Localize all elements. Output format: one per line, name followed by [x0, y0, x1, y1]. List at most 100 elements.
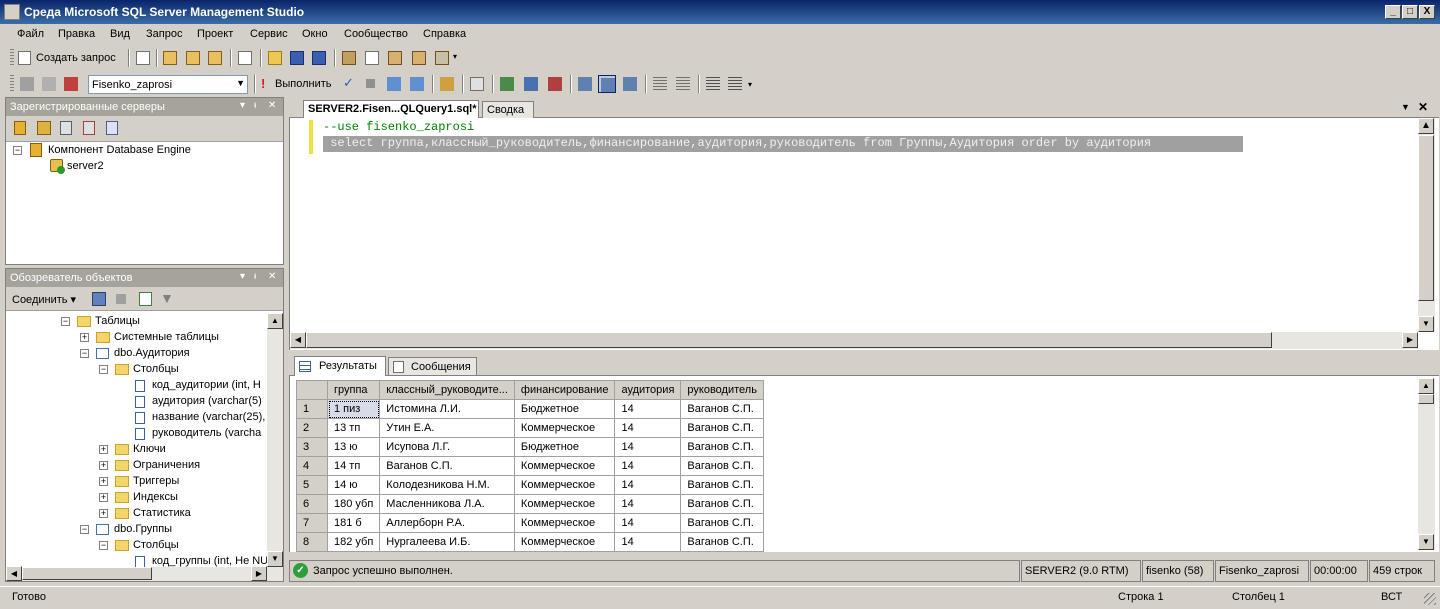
dmx-query-button[interactable]	[206, 49, 224, 67]
menu-view[interactable]: Вид	[110, 28, 130, 40]
split-icon[interactable]: ▲	[1418, 118, 1434, 134]
tab-sql-query[interactable]: SERVER2.Fisen...QLQuery1.sql*	[303, 100, 479, 118]
collapse-toggle[interactable]: −	[13, 146, 22, 155]
table-row[interactable]: 11 пиз Истомина Л.И. Бюджетное 14 Ваганов С.…	[296, 399, 764, 419]
column-header[interactable]: классный_руководите...	[379, 380, 515, 400]
row-number[interactable]: 2	[296, 418, 328, 438]
tree-node-column[interactable]: код_аудитории (int, Н	[152, 379, 261, 391]
expand-toggle[interactable]: +	[99, 445, 108, 454]
tree-node-db-engine[interactable]: Компонент Database Engine	[48, 144, 191, 156]
tree-node-table-auditoriya[interactable]: dbo.Аудитория	[114, 347, 190, 359]
table-cell[interactable]: Коммерческое	[513, 475, 616, 495]
parse-button[interactable]: ✓	[340, 75, 358, 93]
scroll-thumb[interactable]	[1418, 394, 1434, 404]
table-cell[interactable]: Ваганов С.П.	[379, 456, 515, 476]
dropdown-icon[interactable]: ▾	[240, 271, 245, 282]
row-number[interactable]: 4	[296, 456, 328, 476]
estimated-plan-button[interactable]	[385, 75, 403, 93]
menu-tools[interactable]: Сервис	[250, 28, 288, 40]
table-cell[interactable]: Коммерческое	[513, 418, 616, 438]
maximize-button[interactable]: □	[1402, 5, 1418, 19]
tab-messages[interactable]: Сообщения	[388, 357, 477, 375]
editor-vertical-scrollbar[interactable]: ▲ ▼	[1418, 118, 1435, 332]
scroll-right-button[interactable]: ▶	[1402, 332, 1418, 348]
row-number[interactable]: 7	[296, 513, 328, 533]
tab-summary[interactable]: Сводка	[482, 101, 534, 119]
row-number[interactable]: 3	[296, 437, 328, 457]
table-cell[interactable]: 182 убп	[326, 532, 381, 552]
toolbar-grip[interactable]	[10, 49, 14, 67]
table-cell[interactable]: Коммерческое	[513, 494, 616, 514]
table-cell[interactable]: Нургалеева И.Б.	[379, 532, 515, 552]
disconnect-icon[interactable]	[92, 292, 106, 306]
table-cell[interactable]: 14	[614, 532, 682, 552]
results-grid-active-button[interactable]	[598, 75, 616, 93]
results-vertical-scrollbar[interactable]: ▲ ▼	[1418, 378, 1435, 550]
table-cell[interactable]: 14	[614, 494, 682, 514]
table-row[interactable]: 2 13 тп Утин Е.А. Коммерческое 14 Ваганов С.П…	[296, 418, 764, 438]
dropdown-icon[interactable]: ▾	[240, 100, 245, 111]
database-select[interactable]: Fisenko_zaprosi ▼	[88, 75, 248, 94]
scroll-down-button[interactable]: ▼	[1418, 534, 1434, 550]
scroll-thumb[interactable]	[1418, 135, 1434, 301]
scroll-left-button[interactable]: ◀	[6, 566, 22, 581]
collapse-toggle[interactable]: −	[99, 541, 108, 550]
table-row[interactable]: 7 181 б Аллерборн Р.А. Коммерческое 14 Вагано…	[296, 513, 764, 533]
close-icon[interactable]: ✕	[268, 100, 276, 111]
collapse-toggle[interactable]: −	[80, 525, 89, 534]
refresh-icon[interactable]	[139, 292, 152, 306]
close-document-icon[interactable]: ✕	[1418, 100, 1428, 114]
comment-button[interactable]	[651, 75, 669, 93]
mdx-query-button[interactable]	[184, 49, 202, 67]
table-row[interactable]: 8 182 убп Нургалеева И.Б. Коммерческое 14 Ваг…	[296, 532, 764, 552]
table-cell[interactable]: Бюджетное	[513, 437, 616, 457]
template-explorer-button[interactable]	[386, 49, 404, 67]
tab-list-dropdown-icon[interactable]: ▼	[1401, 102, 1410, 112]
table-row[interactable]: 5 14 ю Колодезникова Н.М. Коммерческое 14 Ваг…	[296, 475, 764, 495]
registered-servers-button[interactable]	[340, 49, 358, 67]
tree-node-column[interactable]: руководитель (varcha	[152, 427, 261, 439]
close-icon[interactable]: ✕	[268, 271, 276, 282]
tree-node-statistics[interactable]: Статистика	[133, 507, 191, 519]
column-header[interactable]: аудитория	[614, 380, 682, 400]
table-cell[interactable]: Истомина Л.И.	[379, 399, 515, 419]
tree-node-keys[interactable]: Ключи	[133, 443, 166, 455]
tree-node-columns[interactable]: Столбцы	[133, 539, 179, 551]
reporting-services-icon[interactable]	[60, 121, 72, 135]
collapse-toggle[interactable]: −	[61, 317, 70, 326]
tree-node-columns[interactable]: Столбцы	[133, 363, 179, 375]
table-cell[interactable]: 14	[614, 399, 682, 419]
table-cell[interactable]: Масленникова Л.А.	[379, 494, 515, 514]
row-number-header[interactable]	[296, 380, 328, 400]
uncomment-button[interactable]	[674, 75, 692, 93]
row-number[interactable]: 8	[296, 532, 328, 552]
menu-file[interactable]: Файл	[17, 28, 44, 40]
pin-icon[interactable]: ᵻ	[254, 271, 256, 282]
menu-help[interactable]: Справка	[423, 28, 466, 40]
disconnect-button[interactable]	[40, 75, 58, 93]
menu-window[interactable]: Окно	[302, 28, 328, 40]
collapse-toggle[interactable]: −	[80, 349, 89, 358]
table-cell[interactable]: Утин Е.А.	[379, 418, 515, 438]
table-cell[interactable]: Коммерческое	[513, 513, 616, 533]
results-to-text-button[interactable]	[546, 75, 564, 93]
table-cell[interactable]: Исупова Л.Г.	[379, 437, 515, 457]
toolbar-grip[interactable]	[10, 75, 14, 93]
table-cell[interactable]: Ваганов С.П.	[680, 494, 764, 514]
table-cell[interactable]: Ваганов С.П.	[680, 399, 764, 419]
toolbar-overflow-icon[interactable]: ▾	[748, 80, 752, 89]
expand-toggle[interactable]: +	[99, 461, 108, 470]
analyze-button[interactable]	[468, 75, 486, 93]
tree-node-table-gruppy[interactable]: dbo.Группы	[114, 523, 172, 535]
expand-toggle[interactable]: +	[99, 493, 108, 502]
table-cell[interactable]: Ваганов С.П.	[680, 456, 764, 476]
change-connection-button[interactable]	[62, 75, 80, 93]
table-cell[interactable]: 14	[614, 418, 682, 438]
scroll-right-button[interactable]: ▶	[251, 566, 267, 581]
save-all-button[interactable]	[310, 49, 328, 67]
scroll-up-button[interactable]: ▲	[267, 313, 283, 329]
close-button[interactable]: X	[1419, 5, 1435, 19]
connect-dropdown[interactable]: Соединить ▾	[12, 293, 76, 306]
pin-icon[interactable]: ᵻ	[254, 100, 256, 111]
table-cell[interactable]: Коммерческое	[513, 532, 616, 552]
